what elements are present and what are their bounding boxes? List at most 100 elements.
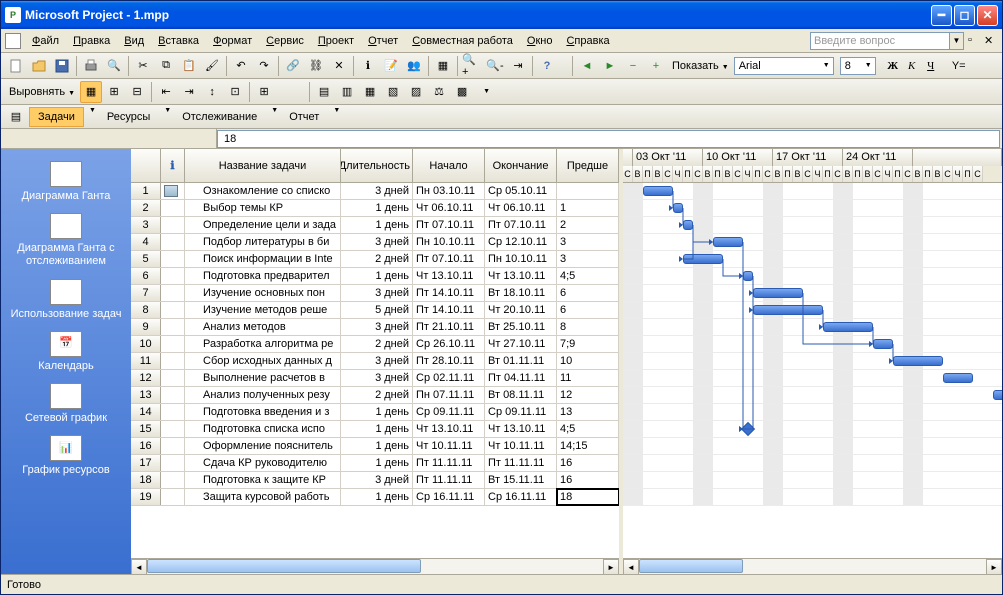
cell-pred[interactable] xyxy=(557,183,619,199)
cell-info[interactable] xyxy=(161,183,185,199)
save-button[interactable] xyxy=(51,55,73,77)
cell-start[interactable]: Ср 16.11.11 xyxy=(413,489,485,505)
new-button[interactable] xyxy=(5,55,27,77)
cell-end[interactable]: Пт 07.10.11 xyxy=(485,217,557,233)
cell-duration[interactable]: 2 дней xyxy=(341,251,413,267)
menu-окно[interactable]: Окно xyxy=(520,32,560,50)
gantt-row[interactable] xyxy=(623,455,1002,472)
menu-совместная работа[interactable]: Совместная работа xyxy=(405,32,520,50)
filter-button[interactable]: Y= xyxy=(948,55,970,77)
tb2-b1[interactable]: ⊞ xyxy=(103,81,125,103)
day-header[interactable]: С xyxy=(733,166,743,183)
day-header[interactable]: В xyxy=(633,166,643,183)
gantt-row[interactable] xyxy=(623,268,1002,285)
cell-name[interactable]: Ознакомление со списко xyxy=(185,183,341,199)
day-header[interactable]: Ч xyxy=(883,166,893,183)
day-header[interactable]: В xyxy=(843,166,853,183)
cell-duration[interactable]: 1 день xyxy=(341,489,413,505)
day-header[interactable]: С xyxy=(873,166,883,183)
day-header[interactable]: Ч xyxy=(953,166,963,183)
cell-pred[interactable]: 1 xyxy=(557,200,619,216)
table-row[interactable]: 1Ознакомление со списко3 днейПн 03.10.11… xyxy=(131,183,619,200)
table-row[interactable]: 17Сдача КР руководителю1 деньПт 11.11.11… xyxy=(131,455,619,472)
cell-name[interactable]: Выполнение расчетов в xyxy=(185,370,341,386)
cell-info[interactable] xyxy=(161,421,185,437)
day-header[interactable]: В xyxy=(933,166,943,183)
table-row[interactable]: 8Изучение методов реше5 днейПт 14.10.11Ч… xyxy=(131,302,619,319)
tab-задачи[interactable]: Задачи xyxy=(29,107,84,127)
row-number[interactable]: 5 xyxy=(131,251,161,267)
tb2-b3[interactable]: ⇤ xyxy=(155,81,177,103)
row-number[interactable]: 9 xyxy=(131,319,161,335)
guide-toggle[interactable]: ▤ xyxy=(5,106,27,128)
gantt-row[interactable] xyxy=(623,319,1002,336)
table-row[interactable]: 6Подготовка предварител1 деньЧт 13.10.11… xyxy=(131,268,619,285)
restore-child-icon[interactable]: ▫ xyxy=(968,34,982,48)
underline-button[interactable]: Ч xyxy=(922,57,940,75)
gantt-bar[interactable] xyxy=(943,373,973,383)
tb2-b4[interactable]: ⇥ xyxy=(178,81,200,103)
menu-проект[interactable]: Проект xyxy=(311,32,361,50)
cell-name[interactable]: Выбор темы КР xyxy=(185,200,341,216)
day-header[interactable]: П xyxy=(963,166,973,183)
cell-info[interactable] xyxy=(161,472,185,488)
tab-drop[interactable]: ▼ xyxy=(333,107,340,127)
day-header[interactable]: Ч xyxy=(743,166,753,183)
cell-end[interactable]: Вт 18.10.11 xyxy=(485,285,557,301)
col-end[interactable]: Окончание xyxy=(485,149,557,182)
cell-info[interactable] xyxy=(161,268,185,284)
table-row[interactable]: 16Оформление пояснитель1 деньЧт 10.11.11… xyxy=(131,438,619,455)
day-header[interactable]: П xyxy=(713,166,723,183)
split-button[interactable]: ✕ xyxy=(328,55,350,77)
cell-start[interactable]: Пт 21.10.11 xyxy=(413,319,485,335)
week-header[interactable]: 24 Окт '11 xyxy=(843,149,913,166)
gantt-row[interactable] xyxy=(623,251,1002,268)
cell-info[interactable] xyxy=(161,336,185,352)
milestone-icon[interactable] xyxy=(741,422,755,436)
close-child-icon[interactable]: ✕ xyxy=(984,34,998,48)
gantt-row[interactable] xyxy=(623,234,1002,251)
cell-name[interactable]: Изучение основных пон xyxy=(185,285,341,301)
col-pred[interactable]: Предше xyxy=(557,149,619,182)
cell-pred[interactable]: 16 xyxy=(557,472,619,488)
cell-start[interactable]: Пт 14.10.11 xyxy=(413,285,485,301)
redo-button[interactable]: ↷ xyxy=(253,55,275,77)
day-header[interactable]: С xyxy=(803,166,813,183)
gantt-row[interactable] xyxy=(623,387,1002,404)
cell-duration[interactable]: 1 день xyxy=(341,455,413,471)
cell-pred[interactable]: 7;9 xyxy=(557,336,619,352)
row-number[interactable]: 13 xyxy=(131,387,161,403)
gantt-row[interactable] xyxy=(623,336,1002,353)
notes-button[interactable]: 📝 xyxy=(380,55,402,77)
day-header[interactable]: П xyxy=(643,166,653,183)
table-row[interactable]: 10Разработка алгоритма ре2 днейСр 26.10.… xyxy=(131,336,619,353)
italic-button[interactable]: К xyxy=(903,57,921,75)
tb2-b5[interactable]: ↕ xyxy=(201,81,223,103)
gantt-row[interactable] xyxy=(623,302,1002,319)
cell-name[interactable]: Подбор литературы в би xyxy=(185,234,341,250)
cell-end[interactable]: Пн 10.10.11 xyxy=(485,251,557,267)
tb2-c7[interactable]: ▩ xyxy=(451,81,473,103)
table-row[interactable]: 15Подготовка списка испо1 деньЧт 13.10.1… xyxy=(131,421,619,438)
menu-вид[interactable]: Вид xyxy=(117,32,151,50)
cell-pred[interactable]: 10 xyxy=(557,353,619,369)
cell-info[interactable] xyxy=(161,285,185,301)
cell-end[interactable]: Чт 06.10.11 xyxy=(485,200,557,216)
menu-сервис[interactable]: Сервис xyxy=(259,32,311,50)
cell-pred[interactable]: 4;5 xyxy=(557,421,619,437)
table-row[interactable]: 7Изучение основных пон3 днейПт 14.10.11В… xyxy=(131,285,619,302)
day-header[interactable]: С xyxy=(833,166,843,183)
day-header[interactable]: П xyxy=(783,166,793,183)
zoom-out-button[interactable]: 🔍- xyxy=(484,55,506,77)
align-menu[interactable]: Выровнять▼ xyxy=(5,86,79,98)
cell-duration[interactable]: 1 день xyxy=(341,268,413,284)
maximize-button[interactable]: ◻ xyxy=(954,5,975,26)
cell-pred[interactable]: 18 xyxy=(557,489,619,505)
cell-pred[interactable]: 2 xyxy=(557,217,619,233)
cell-pred[interactable]: 4;5 xyxy=(557,268,619,284)
open-button[interactable] xyxy=(28,55,50,77)
table-row[interactable]: 19Защита курсовой работь1 деньСр 16.11.1… xyxy=(131,489,619,506)
cell-end[interactable]: Чт 13.10.11 xyxy=(485,421,557,437)
row-number[interactable]: 12 xyxy=(131,370,161,386)
cell-pred[interactable]: 3 xyxy=(557,251,619,267)
